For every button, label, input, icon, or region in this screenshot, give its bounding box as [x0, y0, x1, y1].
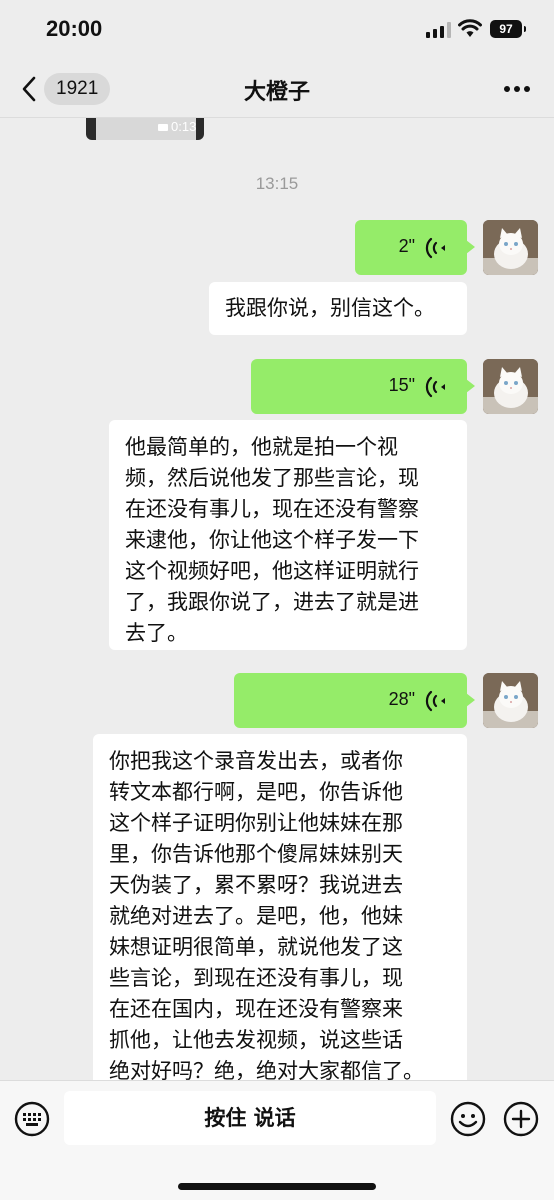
cat-avatar	[483, 359, 538, 414]
transcript-line: 绝对好吗？绝，绝对大家都信了。	[109, 1059, 424, 1080]
transcript-line: 里，你告诉他那个傻屌妹妹别天	[109, 842, 403, 866]
status-bar: 20:00 97	[0, 0, 554, 60]
message-list[interactable]: 0:13 13:15 2" 我跟你说，别信这个。 15" 他最简单的，他就是拍一…	[0, 118, 554, 1080]
message-timestamp: 13:15	[255, 174, 299, 193]
avatar[interactable]	[483, 359, 538, 414]
more-icon[interactable]	[504, 86, 530, 92]
voice-transcript: 他最简单的，他就是拍一个视 频，然后说他发了那些言论，现 在还没有事儿，现在还没…	[109, 420, 467, 650]
voice-duration: 28"	[388, 689, 415, 709]
avatar[interactable]	[483, 673, 538, 728]
voice-wave-icon	[425, 690, 445, 712]
transcript-line: 在还没有事儿，现在还没有警察	[125, 497, 419, 521]
input-bar: 按住 说话	[0, 1080, 554, 1200]
transcript-line: 抓他，让他去发视频，说这些话	[109, 1028, 403, 1052]
transcript-line: 在还在国内，现在还没有警察来	[109, 997, 403, 1021]
hold-to-talk-button[interactable]: 按住 说话	[64, 1091, 436, 1145]
transcript-line: 他最简单的，他就是拍一个视	[125, 435, 398, 459]
voice-message[interactable]: 15"	[251, 359, 475, 414]
transcript-line: 频，然后说他发了那些言论，现	[125, 466, 419, 490]
emoji-icon[interactable]	[450, 1101, 486, 1137]
transcript-line: 妹想证明很简单，就说他发了这	[109, 935, 403, 959]
cat-avatar	[483, 220, 538, 275]
status-time: 20:00	[46, 16, 103, 41]
keyboard-icon[interactable]	[14, 1101, 50, 1137]
voice-duration: 15"	[388, 375, 415, 395]
transcript-line: 来逮他，你让他这个样子发一下	[125, 528, 419, 552]
video-camera-icon	[158, 124, 168, 132]
transcript-line: 我跟你说，别信这个。	[225, 296, 435, 320]
transcript-line: 你把我这个录音发出去，或者你	[109, 749, 403, 773]
voice-message[interactable]: 28"	[234, 673, 475, 728]
transcript-line: 去了。	[125, 621, 188, 645]
wifi-icon	[458, 19, 482, 37]
avatar[interactable]	[483, 220, 538, 275]
transcript-line: 些言论，到现在还没有事儿，现	[109, 966, 403, 990]
voice-wave-icon	[425, 237, 445, 259]
transcript-line: 这个视频好吧，他这样证明就行	[125, 559, 419, 583]
video-duration: 0:13	[158, 118, 196, 136]
voice-message[interactable]: 2"	[355, 220, 475, 275]
voice-wave-icon	[425, 376, 445, 398]
cat-avatar	[483, 673, 538, 728]
transcript-line: 了，我跟你说了，进去了就是进	[125, 590, 419, 614]
voice-transcript: 我跟你说，别信这个。	[209, 282, 467, 335]
battery-icon: 97	[490, 20, 526, 38]
transcript-line: 这个样子证明你别让他妹妹在那	[109, 811, 403, 835]
voice-transcript: 你把我这个录音发出去，或者你 转文本都行啊，是吧，你告诉他 这个样子证明你别让他…	[93, 734, 467, 1080]
transcript-line: 天伪装了，累不累呀？我说进去	[109, 873, 403, 897]
plus-icon[interactable]	[503, 1101, 539, 1137]
chat-title: 大橙子	[243, 80, 310, 105]
transcript-line: 就绝对进去了。是吧，他，他妹	[109, 904, 403, 928]
chat-header: 1921 大橙子	[0, 60, 554, 118]
transcript-line: 转文本都行啊，是吧，你告诉他	[109, 780, 403, 804]
voice-duration: 2"	[398, 236, 415, 256]
signal-icon	[426, 22, 451, 38]
home-indicator[interactable]	[178, 1183, 376, 1190]
